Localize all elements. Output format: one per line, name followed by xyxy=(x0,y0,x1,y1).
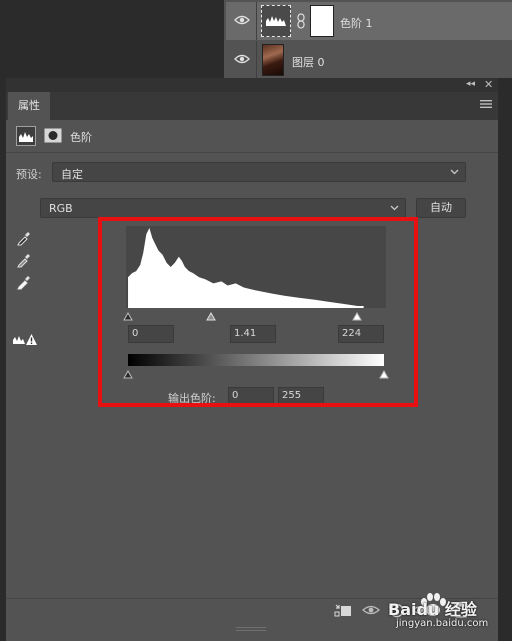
layer-image-thumbnail[interactable] xyxy=(262,44,284,76)
levels-adjustment-thumbnail[interactable] xyxy=(261,5,291,37)
chevron-down-icon xyxy=(390,205,399,211)
black-point-eyedropper-icon[interactable] xyxy=(16,230,32,246)
properties-body: 色阶 预设: 自定 RGB 自动 0 1.41 224 输出色阶: 0 255 xyxy=(6,120,498,641)
visibility-eye-icon[interactable] xyxy=(234,52,250,66)
view-previous-state-icon[interactable] xyxy=(362,602,380,618)
adjustment-title: 色阶 xyxy=(70,131,92,144)
adjustment-toggle-button[interactable] xyxy=(16,126,36,146)
link-chain-icon[interactable] xyxy=(296,13,306,29)
tab-properties[interactable]: 属性 xyxy=(8,92,50,120)
histogram-icon xyxy=(19,132,33,142)
panel-title-strip: ◂◂ ✕ xyxy=(6,78,498,92)
properties-panel: ◂◂ ✕ 属性 色阶 预设: 自定 RGB 自动 0 1.41 224 输出色阶… xyxy=(6,78,498,641)
preset-label: 预设: xyxy=(16,168,42,181)
preset-dropdown[interactable]: 自定 xyxy=(52,162,466,182)
auto-button[interactable]: 自动 xyxy=(416,198,466,218)
layer-row-image[interactable]: 图层 0 xyxy=(226,41,512,79)
watermark-url: jingyan.baidu.com xyxy=(396,618,489,629)
layer-name[interactable]: 色阶 1 xyxy=(340,15,373,31)
channel-value: RGB xyxy=(49,202,73,215)
panel-tab-bar: 属性 xyxy=(6,92,498,120)
close-icon[interactable]: ✕ xyxy=(484,78,493,91)
clip-to-layer-icon[interactable] xyxy=(334,602,352,618)
visibility-eye-icon[interactable] xyxy=(234,13,250,27)
clipping-warning-icon[interactable] xyxy=(12,332,38,346)
layer-mask-thumbnail[interactable] xyxy=(310,5,334,37)
layer-divider xyxy=(256,41,257,79)
highlight-box xyxy=(98,217,418,407)
resize-grip-icon[interactable] xyxy=(236,627,266,632)
gray-point-eyedropper-icon[interactable] xyxy=(16,252,32,268)
watermark-text: Baidu 经验 xyxy=(388,600,477,619)
layer-divider xyxy=(256,2,257,40)
preset-value: 自定 xyxy=(61,168,83,181)
properties-header: 色阶 xyxy=(6,120,498,153)
chevron-down-icon xyxy=(450,169,459,175)
white-point-eyedropper-icon[interactable] xyxy=(16,274,32,290)
histogram-icon xyxy=(266,16,286,26)
channel-dropdown[interactable]: RGB xyxy=(40,198,406,218)
layer-row-levels[interactable]: 色阶 1 xyxy=(226,2,512,40)
panel-menu-icon[interactable] xyxy=(480,99,492,109)
collapse-icon[interactable]: ◂◂ xyxy=(466,79,475,89)
layer-name[interactable]: 图层 0 xyxy=(292,54,325,70)
mask-icon[interactable] xyxy=(44,128,62,143)
